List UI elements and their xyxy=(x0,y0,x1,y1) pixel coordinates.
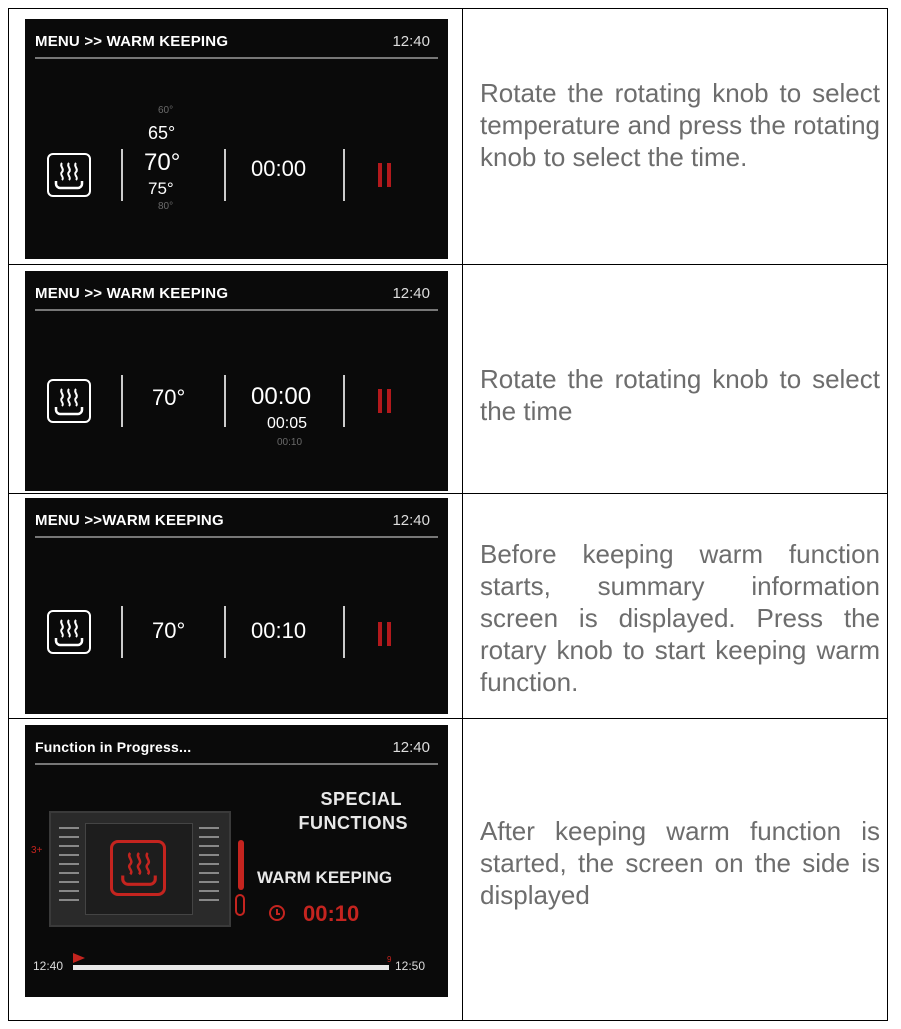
progress-start-time: 12:40 xyxy=(33,959,64,973)
pause-icon xyxy=(376,622,394,646)
shelf-marker: 3+ xyxy=(31,845,43,856)
warm-keeping-icon xyxy=(47,610,91,654)
screen-select-time: MENU >> WARM KEEPING 12:40 70° 00:00 00:… xyxy=(25,271,448,491)
oven-interior xyxy=(85,823,193,915)
screen-clock: 12:40 xyxy=(392,33,430,50)
progress-end-time: 12:50 xyxy=(395,959,426,973)
pause-icon xyxy=(376,389,394,413)
time-option: 00:05 xyxy=(267,415,308,432)
step-description: Rotate the rotating knob to select the t… xyxy=(480,364,880,426)
time-selected: 00:10 xyxy=(251,618,307,643)
screen-title: MENU >> WARM KEEPING xyxy=(35,285,229,302)
oven-cavity-illustration xyxy=(49,811,231,927)
separator xyxy=(121,606,123,658)
temperature-selected: 70° xyxy=(152,385,186,410)
oven-rack-left xyxy=(59,827,79,909)
step-description: Rotate the rotating knob to select tempe… xyxy=(480,78,880,172)
header-divider xyxy=(35,536,438,538)
column-divider xyxy=(462,9,463,1020)
warm-keeping-icon xyxy=(47,379,91,423)
time-selected: 00:00 xyxy=(251,156,307,181)
screen-summary: MENU >>WARM KEEPING 12:40 70° 00:10 xyxy=(25,498,448,714)
screen-title: MENU >>WARM KEEPING xyxy=(35,512,224,529)
progress-bar xyxy=(73,965,389,970)
progress-start-flag-icon xyxy=(73,953,85,963)
step-description: Before keeping warm function starts, sum… xyxy=(480,539,880,697)
time-selected: 00:00 xyxy=(251,383,312,410)
header-divider xyxy=(35,57,438,59)
remaining-time: 00:10 xyxy=(303,901,360,926)
temperature-selected: 70° xyxy=(152,618,186,643)
progress-end-marker: 9 xyxy=(387,955,392,964)
screen-title: Function in Progress... xyxy=(35,739,192,755)
category-line2: FUNCTIONS xyxy=(298,813,408,833)
clock-icon xyxy=(269,905,285,921)
table-row: Function in Progress... 12:40 3+ SPECIAL… xyxy=(9,719,887,1022)
table-row: MENU >>WARM KEEPING 12:40 70° 00:10 Befo… xyxy=(9,494,887,719)
instruction-table: MENU >> WARM KEEPING 12:40 60° 65° 70° 7… xyxy=(8,8,888,1021)
temperature-option: 80° xyxy=(158,201,174,212)
separator xyxy=(343,149,345,201)
screen-select-temperature: MENU >> WARM KEEPING 12:40 60° 65° 70° 7… xyxy=(25,19,448,259)
screen-title: MENU >> WARM KEEPING xyxy=(35,33,229,50)
separator xyxy=(121,375,123,427)
screen-function-in-progress: Function in Progress... 12:40 3+ SPECIAL… xyxy=(25,725,448,997)
screen-clock: 12:40 xyxy=(392,739,430,756)
separator xyxy=(224,375,226,427)
screen-clock: 12:40 xyxy=(392,512,430,529)
screen-clock: 12:40 xyxy=(392,285,430,302)
separator xyxy=(224,606,226,658)
temperature-selected: 70° xyxy=(144,149,181,176)
header-divider xyxy=(35,763,438,765)
warm-keeping-icon xyxy=(47,153,91,197)
oven-rack-right xyxy=(199,827,219,909)
function-name: WARM KEEPING xyxy=(257,868,393,887)
table-row: MENU >> WARM KEEPING 12:40 60° 65° 70° 7… xyxy=(9,9,887,265)
temperature-option: 75° xyxy=(148,179,174,198)
step-description: After keeping warm function is started, … xyxy=(480,816,880,910)
category-line1: SPECIAL xyxy=(320,789,402,809)
pause-icon xyxy=(376,163,394,187)
table-row: MENU >> WARM KEEPING 12:40 70° 00:00 00:… xyxy=(9,265,887,494)
separator xyxy=(224,149,226,201)
separator xyxy=(343,606,345,658)
header-divider xyxy=(35,309,438,311)
temperature-option: 65° xyxy=(148,123,176,143)
thermometer-icon xyxy=(235,840,247,918)
separator xyxy=(343,375,345,427)
separator xyxy=(121,149,123,201)
time-option: 00:10 xyxy=(277,437,303,448)
warm-keeping-icon xyxy=(110,840,166,896)
temperature-option: 60° xyxy=(158,105,174,116)
